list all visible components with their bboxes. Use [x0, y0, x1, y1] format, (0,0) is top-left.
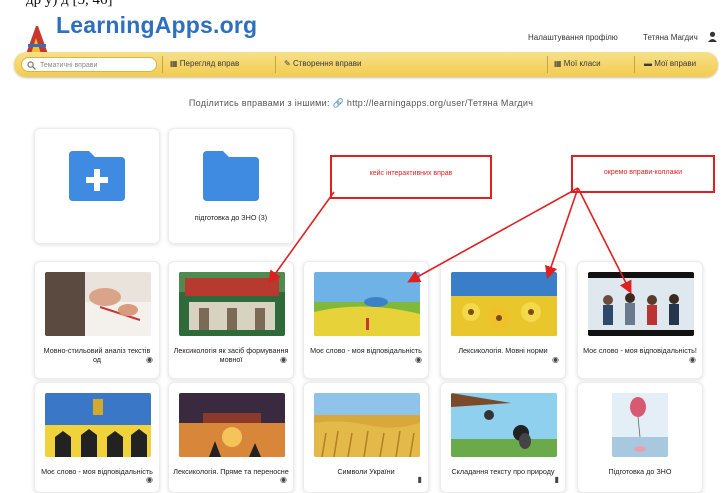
arrow-to-card-2 [268, 191, 335, 284]
arrow-to-card-3 [407, 187, 579, 283]
arrow-to-card-4 [545, 187, 579, 280]
arrow-to-card-5 [577, 187, 632, 294]
annotation-arrows [268, 187, 632, 294]
